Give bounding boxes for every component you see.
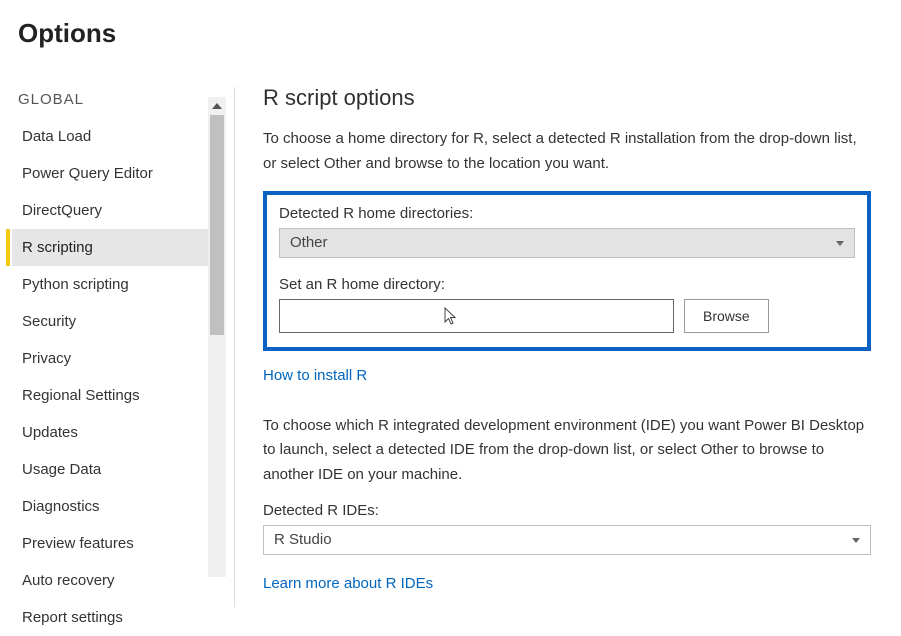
how-to-install-r-link[interactable]: How to install R [263,367,367,384]
set-home-dir-row: Browse [279,299,855,333]
sidebar-item-r-scripting[interactable]: R scripting [12,229,226,266]
sidebar-item-regional-settings[interactable]: Regional Settings [12,377,226,414]
sidebar-item-privacy[interactable]: Privacy [12,340,226,377]
browse-button[interactable]: Browse [684,299,769,333]
sidebar-item-updates[interactable]: Updates [12,414,226,451]
sidebar-item-preview-features[interactable]: Preview features [12,525,226,562]
detected-ide-label: Detected R IDEs: [263,502,871,519]
detected-home-dir-value: Other [290,234,328,251]
sidebar-item-power-query-editor[interactable]: Power Query Editor [12,155,226,192]
r-home-highlight-box: Detected R home directories: Other Set a… [263,191,871,351]
set-home-dir-label: Set an R home directory: [279,276,855,293]
home-directory-description: To choose a home directory for R, select… [263,127,871,177]
scroll-thumb[interactable] [210,115,224,335]
page-title: Options [0,0,901,77]
learn-more-ides-link[interactable]: Learn more about R IDEs [263,575,433,592]
chevron-down-icon [836,238,844,248]
sidebar-item-security[interactable]: Security [12,303,226,340]
sidebar-item-python-scripting[interactable]: Python scripting [12,266,226,303]
ide-description: To choose which R integrated development… [263,414,871,488]
sidebar-item-report-settings[interactable]: Report settings [12,599,226,636]
scroll-up-icon[interactable] [208,97,226,115]
sidebar-item-diagnostics[interactable]: Diagnostics [12,488,226,525]
layout: GLOBAL Data Load Power Query Editor Dire… [0,77,901,628]
detected-home-dir-label: Detected R home directories: [279,205,855,222]
sidebar-item-directquery[interactable]: DirectQuery [12,192,226,229]
sidebar-item-auto-recovery[interactable]: Auto recovery [12,562,226,599]
sidebar: GLOBAL Data Load Power Query Editor Dire… [0,77,226,628]
detected-ide-select[interactable]: R Studio [263,525,871,555]
sidebar-scrollbar[interactable] [208,97,226,577]
detected-ide-value: R Studio [274,531,332,548]
r-home-dir-input[interactable] [279,299,674,333]
sidebar-item-data-load[interactable]: Data Load [12,118,226,155]
section-title: R script options [263,85,871,111]
sidebar-item-usage-data[interactable]: Usage Data [12,451,226,488]
sidebar-heading-global: GLOBAL [18,91,226,108]
chevron-down-icon [852,535,860,545]
vertical-divider [234,87,235,607]
content-panel: R script options To choose a home direct… [243,77,901,628]
detected-home-dir-select[interactable]: Other [279,228,855,258]
